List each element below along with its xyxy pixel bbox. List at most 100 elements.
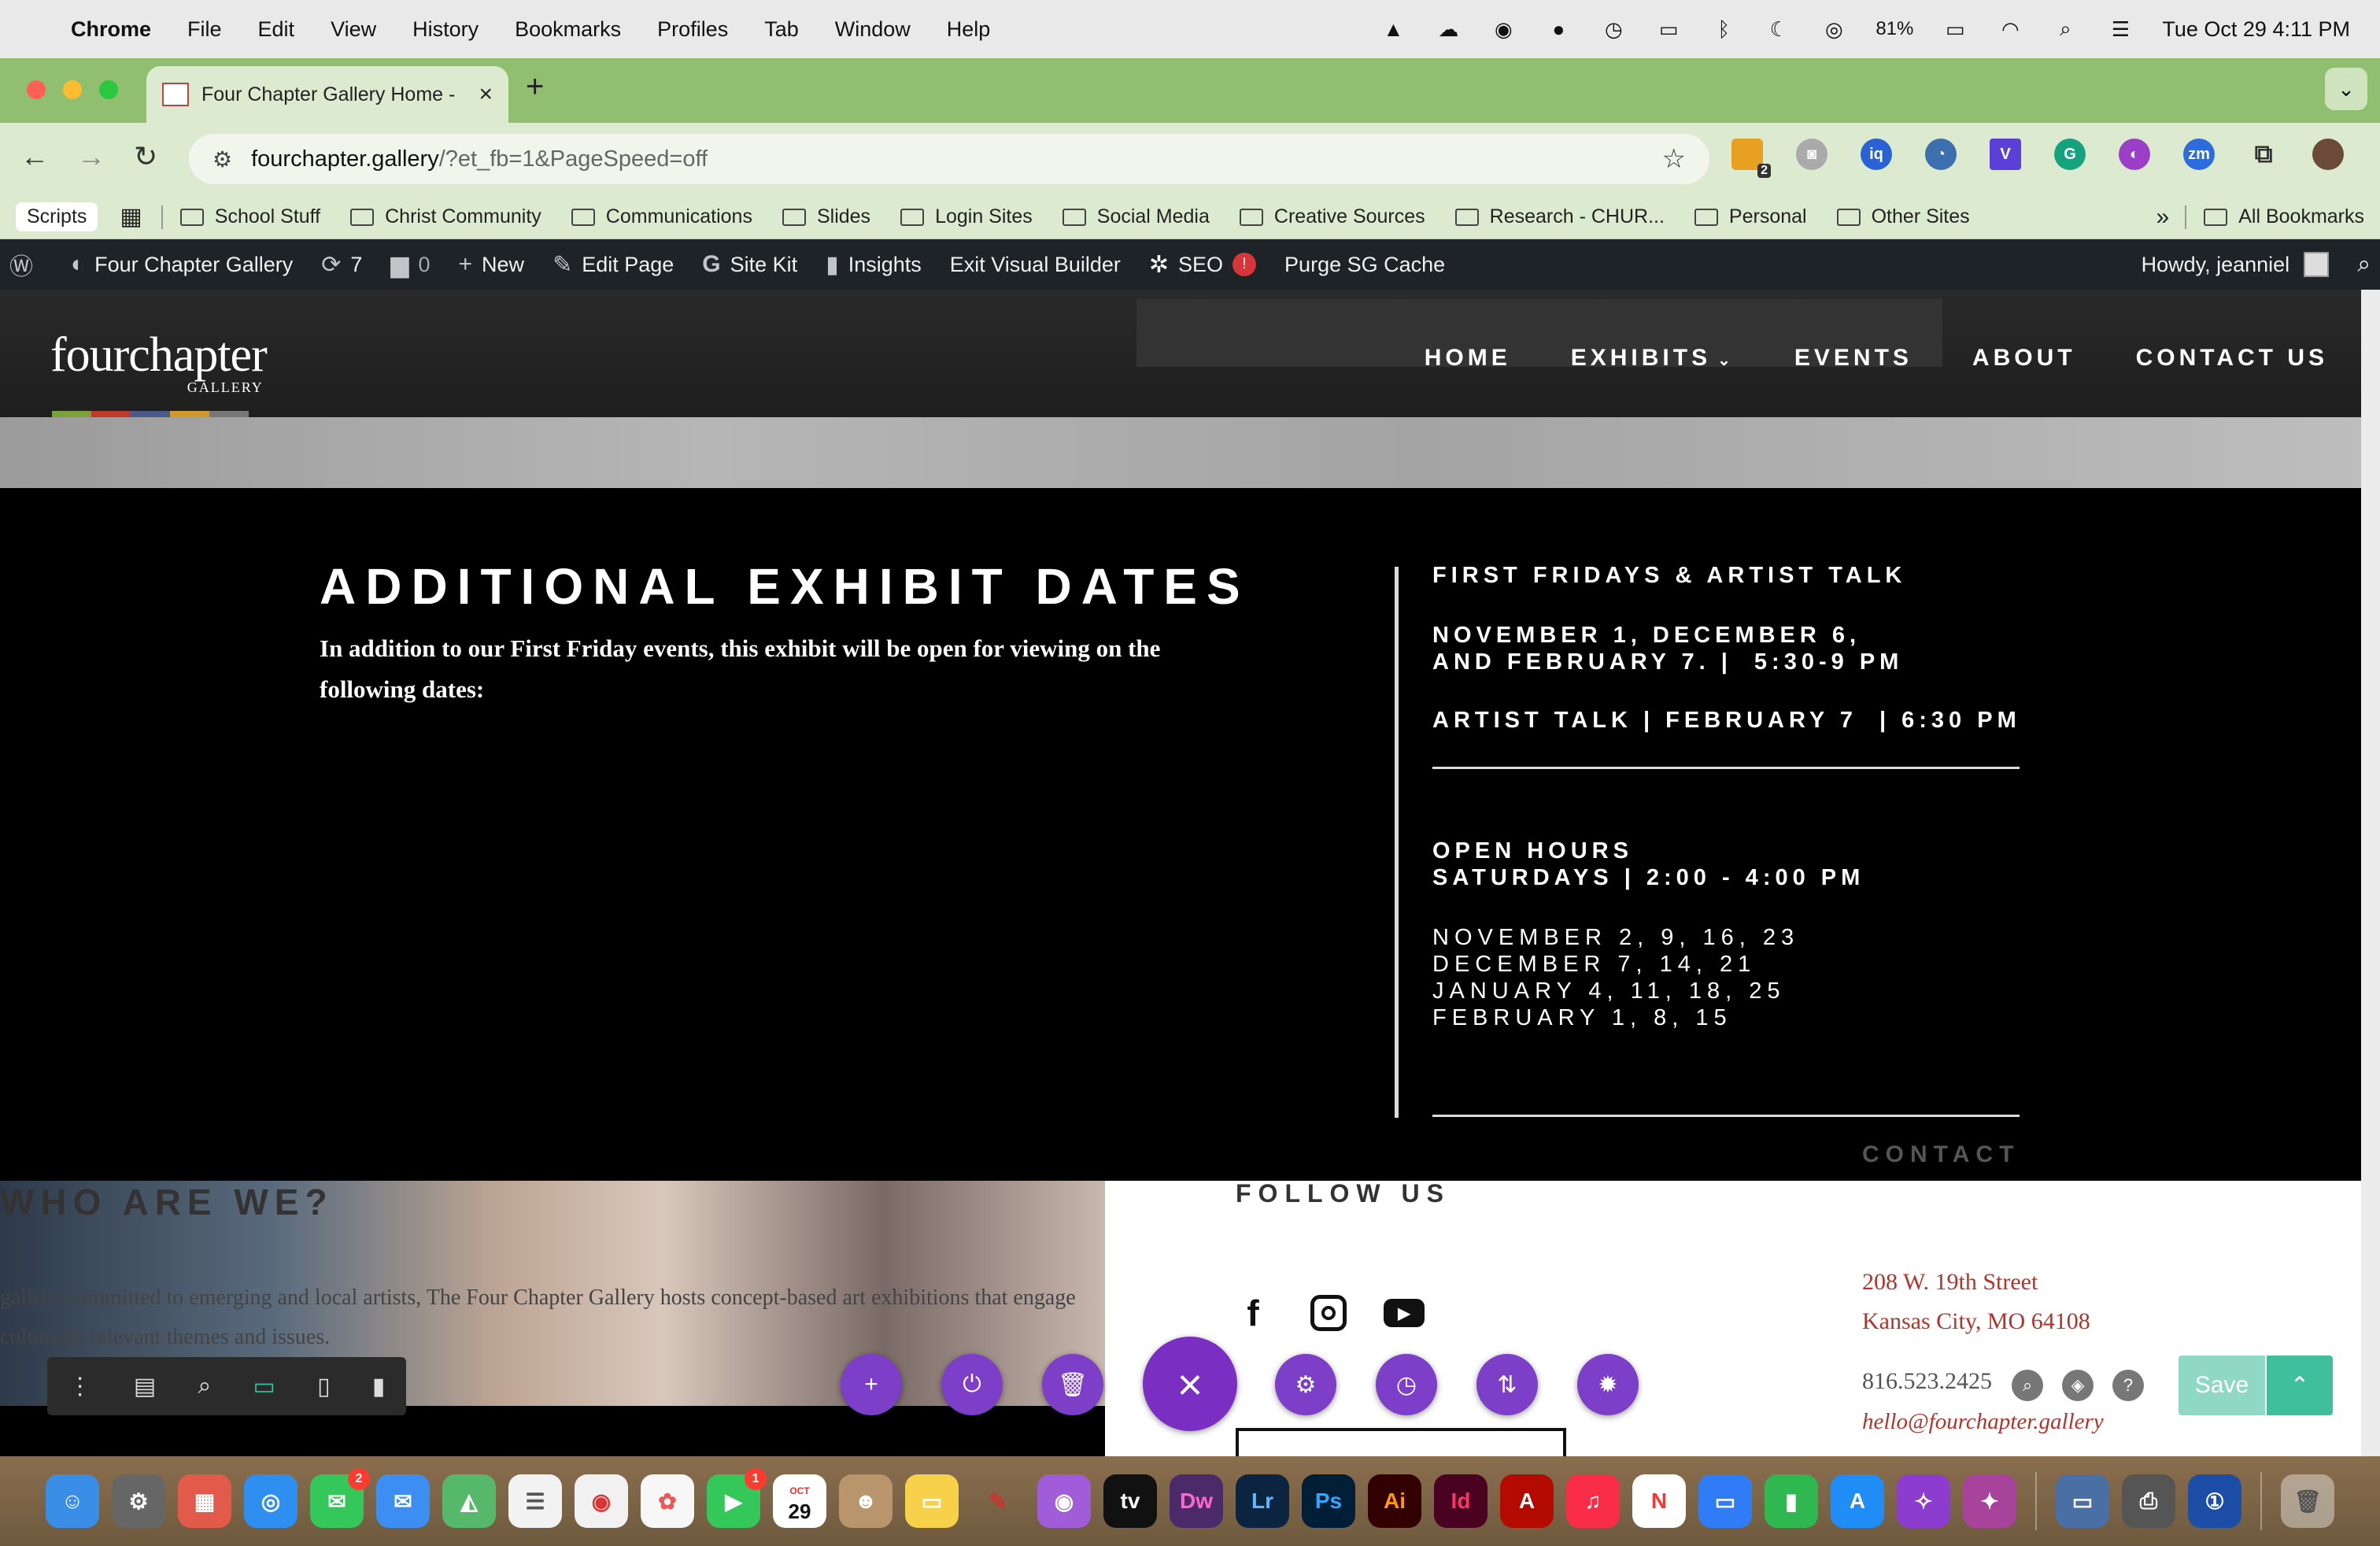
bookmark-folder-social-media[interactable]: Social Media [1062,205,1210,228]
admin-howdy[interactable]: Howdy, jeanniel [2142,253,2290,277]
v-extension-icon[interactable]: V [1990,139,2021,170]
save-options-chevron-up-icon[interactable]: ⌃ [2267,1356,2333,1415]
pointer-app-icon[interactable]: ✧ [1897,1474,1950,1528]
bookmark-star-icon[interactable]: ☆ [1662,143,1686,175]
iq-extension-icon[interactable]: iq [1861,139,1892,170]
bookmark-folder-christ-community[interactable]: Christ Community [350,205,541,228]
bookmark-folder-slides[interactable]: Slides [782,205,870,228]
admin-search-icon[interactable]: ⌕ [2357,251,2371,278]
contacts-icon[interactable]: ☻ [839,1474,893,1528]
wifi-icon[interactable]: ◠ [1997,17,2023,41]
desktop-view-icon[interactable]: ▭ [253,1373,275,1400]
bookmark-folder-login-sites[interactable]: Login Sites [900,205,1033,228]
portability-arrows-icon[interactable]: ⇅ [1476,1354,1538,1415]
airdrop-icon[interactable]: ◎ [1820,17,1847,41]
onepassword-icon[interactable]: ① [2188,1474,2241,1528]
help-question-icon[interactable]: ? [2112,1370,2144,1401]
apps-grid-icon[interactable]: ▦ [120,203,142,231]
tab-close-icon[interactable]: × [479,81,493,108]
menu-profiles[interactable]: Profiles [657,17,728,42]
admin-site-kit[interactable]: G Site Kit [702,251,797,278]
load-layout-icon[interactable]: ⏻ [941,1354,1003,1415]
admin-updates[interactable]: ⟳ 7 [321,251,362,279]
site-info-icon[interactable]: ⚙ [213,146,232,172]
chrome-menu-icon[interactable]: ⋮ [2377,139,2380,170]
gallery-phone[interactable]: 816.523.2425 [1862,1368,1992,1395]
profile-avatar[interactable] [2312,139,2344,170]
menu-help[interactable]: Help [947,17,991,42]
grammarly-extension-icon[interactable]: G [2054,139,2086,170]
nav-exhibits[interactable]: EXHIBITS ⌄ [1571,345,1735,372]
control-center-icon[interactable]: ☰ [2107,17,2134,41]
business-app-icon[interactable]: ✦ [1963,1474,2016,1528]
menubar-clock[interactable]: Tue Oct 29 4:11 PM [2162,17,2350,42]
tab-search-chevron-icon[interactable]: ⌄ [2325,68,2367,110]
admin-insights[interactable]: ▮ Insights [826,251,922,279]
add-module-plus-icon[interactable]: + [841,1354,902,1415]
finder-icon[interactable]: ☺ [46,1474,99,1528]
indesign-icon[interactable]: Id [1434,1474,1488,1528]
phone-view-icon[interactable]: ▮ [372,1373,386,1400]
app-store-icon[interactable]: A [1831,1474,1884,1528]
nav-events[interactable]: EVENTS [1794,345,1913,372]
new-tab-plus-icon[interactable]: + [526,69,544,105]
admin-edit-page[interactable]: ✎ Edit Page [552,251,674,279]
layers-icon[interactable]: ◈ [2062,1370,2094,1401]
bluetooth-icon[interactable]: ᛒ [1710,17,1737,41]
extension-folder-icon[interactable]: 2 [1731,139,1771,178]
trash-icon[interactable]: 🗑 [2281,1474,2334,1528]
chrome-icon[interactable]: ◉ [575,1474,628,1528]
window-close-button[interactable] [27,80,46,99]
save-button[interactable]: Save [2179,1356,2265,1415]
close-settings-x-icon[interactable]: × [1143,1337,1237,1431]
time-machine-icon[interactable]: ◷ [1600,17,1627,41]
system-settings-icon[interactable]: ⚙ [112,1474,165,1528]
screen-mirror-icon[interactable]: ▭ [1655,17,1682,41]
zoom-view-icon[interactable]: ⌕ [198,1373,211,1400]
divi-ai-gear-icon[interactable]: ✹ [1577,1354,1639,1415]
news-icon[interactable]: N [1632,1474,1686,1528]
bookmark-folder-research[interactable]: Research - CHUR... [1454,205,1665,228]
zoom-extension-icon[interactable]: zm [2183,139,2215,170]
browser-tab-active[interactable]: Four Chapter Gallery Home - × [146,66,508,123]
podcasts-icon[interactable]: ◉ [1037,1474,1091,1528]
address-bar[interactable]: ⚙ fourchapter.gallery /?et_fb=1&PageSpee… [189,134,1709,184]
bookmark-folder-communications[interactable]: Communications [571,205,752,228]
menu-tab[interactable]: Tab [764,17,799,42]
printer-icon[interactable]: ⎙ [2122,1474,2175,1528]
safari-icon[interactable]: ◎ [244,1474,298,1528]
notes-icon[interactable]: ▭ [905,1474,959,1528]
battery-icon[interactable]: ▭ [1942,17,1968,41]
calendar-icon[interactable]: OCT 29 [773,1474,826,1528]
photoshop-icon[interactable]: Ps [1302,1474,1355,1528]
focus-moon-icon[interactable]: ☾ [1765,17,1792,41]
site-logo[interactable]: fourchapter GALLERY [50,327,268,419]
menu-window[interactable]: Window [835,17,911,42]
cloud-sync-icon[interactable]: ☁ [1435,17,1462,41]
window-zoom-button[interactable] [99,80,118,99]
nav-about[interactable]: ABOUT [1972,345,2076,372]
admin-comments[interactable]: ▆ 0 [390,251,430,279]
facebook-icon[interactable]: f [1231,1291,1275,1335]
admin-seo[interactable]: ✲ SEO! [1149,251,1257,279]
admin-site-name[interactable]: ◐ Four Chapter Gallery [71,251,293,278]
tablet-view-icon[interactable]: ▯ [317,1373,331,1400]
lightroom-icon[interactable]: Lr [1236,1474,1289,1528]
grammarly-icon[interactable]: ◉ [1490,17,1517,41]
reminders-icon[interactable]: ☰ [508,1474,562,1528]
spotlight-search-icon[interactable]: ⌕ [2052,17,2079,41]
bookmark-folder-all-bookmarks[interactable]: All Bookmarks [2204,205,2364,228]
page-scrollbar[interactable] [2361,290,2380,1456]
mail-icon[interactable]: ✉ [376,1474,430,1528]
speed-extension-icon[interactable]: ◔ [1925,139,1957,170]
script-editor-icon[interactable]: ✎ [971,1474,1025,1528]
g-circle-icon[interactable]: ● [1545,17,1572,41]
youtube-icon[interactable]: ▶ [1382,1291,1426,1335]
music-icon[interactable]: ♫ [1566,1474,1620,1528]
window-minimize-button[interactable] [63,80,82,99]
instagram-icon[interactable] [1306,1291,1351,1335]
page-settings-gear-icon[interactable]: ⚙ [1275,1354,1336,1415]
gallery-email[interactable]: hello@fourchapter.gallery [1862,1409,2104,1435]
nav-home[interactable]: HOME [1425,345,1511,372]
clear-layout-trash-icon[interactable]: 🗑 [1042,1354,1103,1415]
